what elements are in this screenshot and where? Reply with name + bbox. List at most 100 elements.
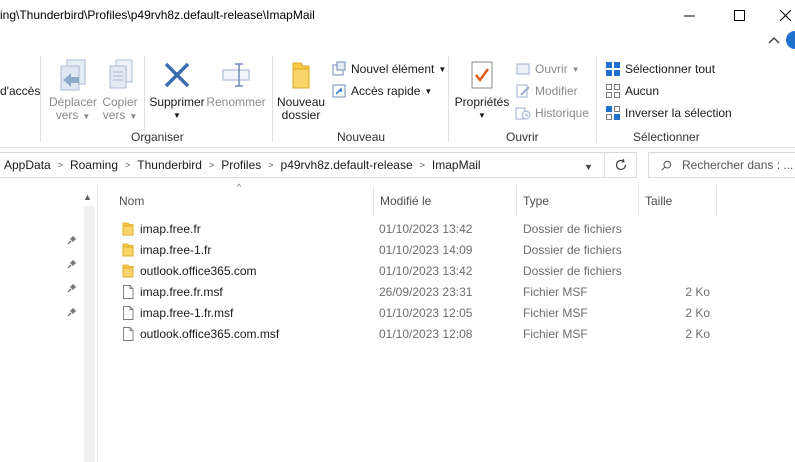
quick-access-label: Accès rapide: [351, 84, 421, 98]
new-folder-label-2: dossier: [281, 108, 321, 122]
file-size: 2 Ko: [685, 285, 710, 299]
invert-selection-label: Inverser la sélection: [625, 106, 732, 120]
breadcrumb-separator-icon[interactable]: >: [58, 160, 63, 170]
file-name: imap.free-1.fr: [140, 243, 212, 257]
breadcrumb-imapmail[interactable]: ImapMail: [432, 158, 481, 172]
history-label: Historique: [535, 106, 590, 120]
file-row[interactable]: imap.free-1.fr.msf 01/10/2023 12:05 Fichie…: [113, 303, 753, 324]
pin-icon: [67, 236, 76, 245]
file-modified: 01/10/2023 12:05: [379, 306, 473, 320]
file-list[interactable]: ^ Nom Modifié le Type Taille imap.free.f…: [99, 182, 795, 462]
file-modified: 01/10/2023 13:42: [379, 222, 473, 236]
rename-button[interactable]: Renommer: [206, 58, 266, 109]
nav-scrollbar[interactable]: [84, 206, 95, 462]
move-to-button[interactable]: Déplacer vers ▼: [49, 58, 97, 123]
file-size: 2 Ko: [685, 327, 710, 341]
select-all-label: Sélectionner tout: [625, 62, 716, 76]
pin-icon: [67, 284, 76, 293]
delete-x-icon: [164, 62, 190, 88]
file-type: Dossier de fichiers: [523, 264, 622, 278]
column-header-size[interactable]: Taille: [639, 186, 717, 216]
select-none-button[interactable]: Aucun: [605, 83, 659, 99]
select-all-button[interactable]: Sélectionner tout: [605, 61, 715, 77]
close-button[interactable]: [762, 0, 795, 30]
folder-icon: [122, 222, 134, 236]
ribbon-separator: [596, 56, 597, 142]
properties-button[interactable]: Propriétés ▼: [453, 58, 511, 122]
quick-access-button[interactable]: Accès rapide ▼: [331, 83, 432, 99]
column-header-name[interactable]: Nom: [113, 186, 374, 216]
invert-selection-button[interactable]: Inverser la sélection: [605, 105, 732, 121]
file-icon: [123, 285, 134, 299]
new-folder-button[interactable]: Nouveau dossier: [277, 58, 325, 122]
breadcrumb-roaming[interactable]: Roaming: [70, 158, 118, 172]
edit-label: Modifier: [535, 84, 578, 98]
collapse-ribbon-chevron-icon[interactable]: [766, 33, 782, 47]
breadcrumb-separator-icon[interactable]: >: [420, 160, 425, 170]
history-icon: [515, 107, 531, 120]
file-name: outlook.office365.com: [140, 264, 257, 278]
address-bar[interactable]: AppData > Roaming > Thunderbird > Profil…: [0, 152, 605, 178]
ribbon-separator: [272, 56, 273, 142]
refresh-button[interactable]: [605, 152, 637, 178]
history-button[interactable]: Historique: [515, 105, 589, 121]
breadcrumb-thunderbird[interactable]: Thunderbird: [137, 158, 202, 172]
breadcrumb-separator-icon[interactable]: >: [268, 160, 273, 170]
invert-selection-icon: [606, 106, 620, 120]
select-all-icon: [606, 62, 620, 76]
open-button[interactable]: Ouvrir ▼: [515, 61, 580, 77]
ribbon-separator: [448, 56, 449, 142]
move-to-icon: [60, 59, 86, 91]
file-row[interactable]: outlook.office365.com 01/10/2023 13:42 Dos…: [113, 261, 753, 282]
edit-button[interactable]: Modifier: [515, 83, 578, 99]
breadcrumb-profiles[interactable]: Profiles: [221, 158, 261, 172]
search-icon: [661, 160, 672, 171]
move-to-label-2: vers ▼: [55, 108, 91, 122]
rename-label: Renommer: [206, 95, 266, 109]
copy-to-label-2: vers ▼: [102, 108, 138, 122]
delete-dropdown-icon: ▼: [173, 111, 181, 120]
breadcrumb-separator-icon[interactable]: >: [125, 160, 130, 170]
column-header-type[interactable]: Type: [517, 186, 639, 216]
close-icon: [779, 9, 791, 21]
breadcrumb-separator-icon[interactable]: >: [209, 160, 214, 170]
help-icon[interactable]: [786, 31, 795, 49]
breadcrumb-profile-folder[interactable]: p49rvh8z.default-release: [281, 158, 413, 172]
file-row[interactable]: imap.free.fr.msf 26/09/2023 23:31 Fichier …: [113, 282, 753, 303]
search-input[interactable]: [682, 158, 795, 172]
pin-icon: [67, 260, 76, 269]
ribbon-partial-label: d'accès: [0, 84, 41, 98]
navigation-pane[interactable]: ▲: [0, 186, 98, 462]
file-row[interactable]: imap.free-1.fr 01/10/2023 14:09 Dossier de…: [113, 240, 753, 261]
file-row[interactable]: imap.free.fr 01/10/2023 13:42 Dossier de f…: [113, 219, 753, 240]
file-type: Fichier MSF: [523, 327, 588, 341]
properties-label: Propriétés: [454, 95, 510, 109]
folder-icon: [122, 243, 134, 257]
copy-to-icon: [109, 59, 133, 89]
new-item-button[interactable]: Nouvel élément ▼: [331, 61, 446, 77]
quick-access-icon: [332, 84, 346, 98]
file-modified: 01/10/2023 12:08: [379, 327, 473, 341]
group-label-selection: Sélectionner: [633, 130, 700, 144]
folder-icon: [122, 264, 134, 278]
title-bar: ing\Thunderbird\Profiles\p49rvh8z.defaul…: [0, 0, 795, 30]
refresh-icon: [615, 158, 626, 171]
file-type: Dossier de fichiers: [523, 243, 622, 257]
file-type: Fichier MSF: [523, 285, 588, 299]
file-row[interactable]: outlook.office365.com.msf 01/10/2023 12:0…: [113, 324, 753, 345]
rename-icon: [222, 63, 250, 87]
file-name: imap.free.fr.msf: [140, 285, 223, 299]
minimize-button[interactable]: [666, 0, 712, 30]
delete-button[interactable]: Supprimer ▼: [148, 58, 206, 122]
open-label: Ouvrir: [535, 62, 568, 76]
address-dropdown-icon[interactable]: ▼: [584, 162, 593, 172]
search-box[interactable]: [648, 152, 795, 178]
file-modified: 01/10/2023 13:42: [379, 264, 473, 278]
maximize-button[interactable]: [716, 0, 762, 30]
column-header-modified[interactable]: Modifié le: [374, 186, 517, 216]
breadcrumb-appdata[interactable]: AppData: [4, 158, 51, 172]
scroll-up-arrow-icon[interactable]: ▲: [83, 192, 92, 202]
maximize-icon: [733, 9, 745, 21]
copy-to-button[interactable]: Copier vers ▼: [100, 58, 140, 123]
file-name: outlook.office365.com.msf: [140, 327, 280, 341]
